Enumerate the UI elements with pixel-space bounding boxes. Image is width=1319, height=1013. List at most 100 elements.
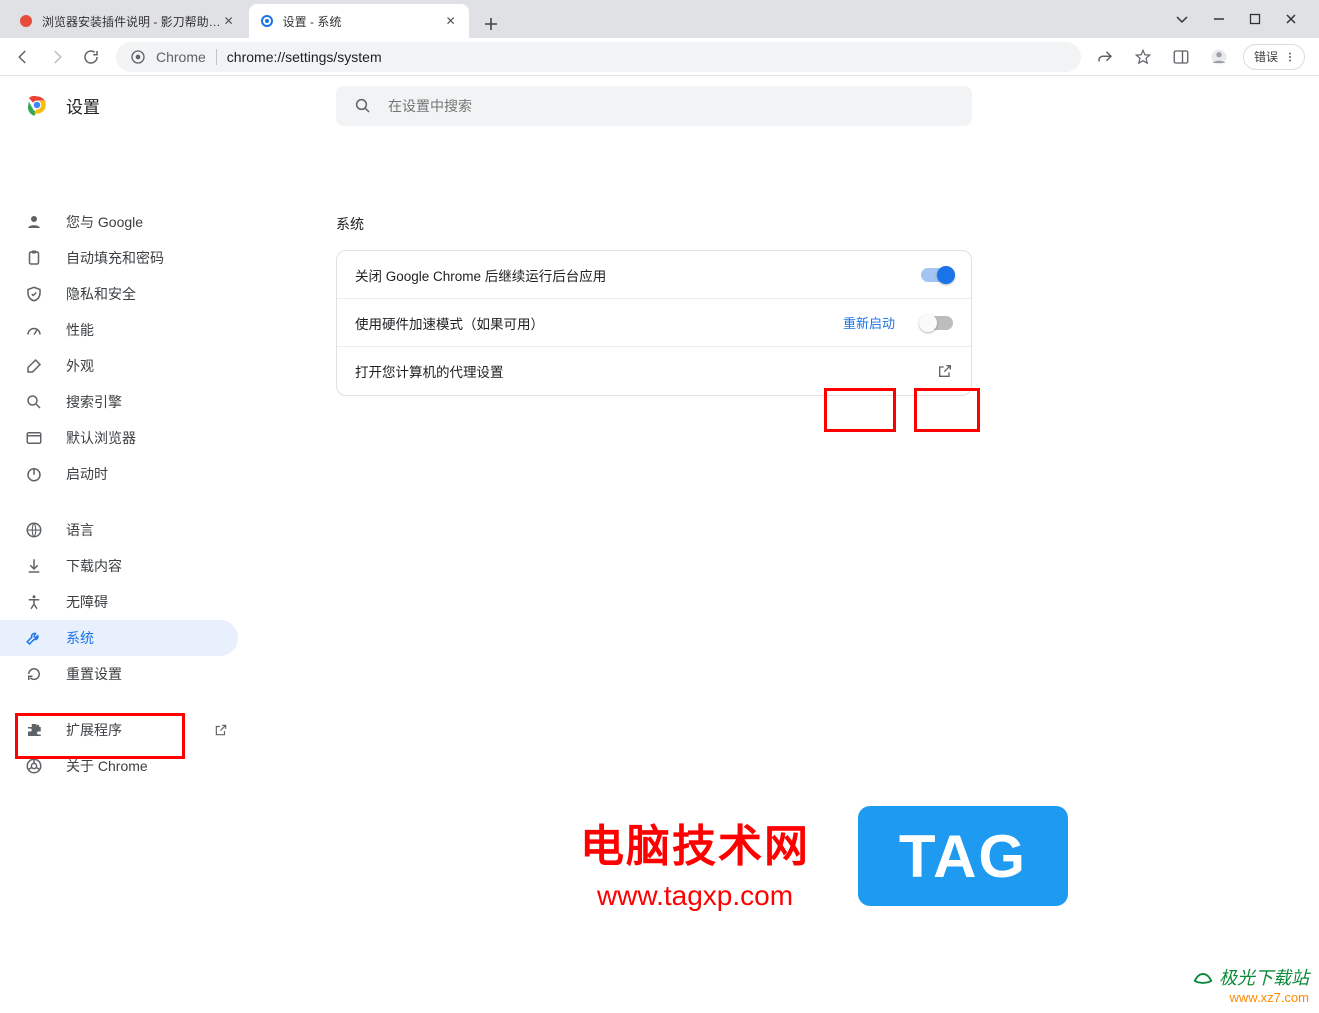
browser-icon xyxy=(24,429,44,447)
new-tab-button[interactable] xyxy=(477,10,505,38)
sidebar-item-system[interactable]: 系统 xyxy=(0,620,238,656)
external-link-icon xyxy=(214,723,228,737)
browser-toolbar: Chrome chrome://settings/system 错误 xyxy=(0,38,1319,76)
person-icon xyxy=(24,213,44,231)
watermark-xz7: 极光下载站 www.xz7.com xyxy=(1192,964,1309,1005)
chrome-icon xyxy=(130,49,146,65)
sidebar-item-language[interactable]: 语言 xyxy=(0,512,238,548)
yingdao-favicon-icon xyxy=(18,13,34,29)
row-proxy-settings[interactable]: 打开您计算机的代理设置 xyxy=(337,347,971,395)
address-bar[interactable]: Chrome chrome://settings/system xyxy=(116,42,1081,72)
sidebar-item-label: 外观 xyxy=(66,356,94,376)
power-icon xyxy=(24,465,44,483)
watermark-tag-badge: TAG xyxy=(858,806,1068,906)
window-controls xyxy=(1175,0,1319,38)
error-chip[interactable]: 错误 xyxy=(1243,44,1305,70)
paint-icon xyxy=(24,357,44,375)
kebab-icon xyxy=(1284,51,1296,63)
sidebar-item-default-browser[interactable]: 默认浏览器 xyxy=(0,420,238,456)
forward-button[interactable] xyxy=(42,42,72,72)
speed-icon xyxy=(24,321,44,339)
row-label: 关闭 Google Chrome 后继续运行后台应用 xyxy=(355,265,606,285)
puzzle-icon xyxy=(24,721,44,739)
sidebar-item-accessibility[interactable]: 无障碍 xyxy=(0,584,238,620)
sidebar-item-label: 启动时 xyxy=(66,464,108,484)
globe-icon xyxy=(24,521,44,539)
sidebar-item-autofill[interactable]: 自动填充和密码 xyxy=(0,240,238,276)
sidebar-item-reset[interactable]: 重置设置 xyxy=(0,656,238,692)
omnibox-divider xyxy=(216,49,217,65)
tab-settings[interactable]: 设置 - 系统 ✕ xyxy=(249,4,469,38)
omnibox-prefix: Chrome xyxy=(156,49,206,65)
chrome-logo-icon xyxy=(24,92,50,118)
sidebar-item-privacy[interactable]: 隐私和安全 xyxy=(0,276,238,312)
wrench-icon xyxy=(24,629,44,647)
reset-icon xyxy=(24,665,44,683)
external-link-icon xyxy=(937,363,953,379)
sidebar-item-label: 默认浏览器 xyxy=(66,428,136,448)
sidebar-item-label: 无障碍 xyxy=(66,592,108,612)
sidebar-item-label: 隐私和安全 xyxy=(66,284,136,304)
tab-yingdao[interactable]: 浏览器安装插件说明 - 影刀帮助… ✕ xyxy=(8,4,247,38)
toggle-background-apps[interactable] xyxy=(921,268,953,282)
watermark-line2: www.tagxp.com xyxy=(580,880,810,912)
sidepanel-icon[interactable] xyxy=(1167,43,1195,71)
chrome-outline-icon xyxy=(24,757,44,775)
settings-search[interactable] xyxy=(336,86,972,126)
omnibox-url: chrome://settings/system xyxy=(227,49,382,65)
sidebar-item-label: 重置设置 xyxy=(66,664,122,684)
error-chip-label: 错误 xyxy=(1254,48,1278,65)
sidebar-item-label: 自动填充和密码 xyxy=(66,248,164,268)
watermark-site-name: 极光下载站 xyxy=(1192,964,1309,990)
sidebar-item-startup[interactable]: 启动时 xyxy=(0,456,238,492)
window-close-icon[interactable] xyxy=(1285,13,1297,25)
search-icon xyxy=(24,393,44,411)
sidebar-item-extensions[interactable]: 扩展程序 xyxy=(0,712,238,748)
row-hardware-accel: 使用硬件加速模式（如果可用） 重新启动 xyxy=(337,299,971,347)
clipboard-icon xyxy=(24,249,44,267)
sidebar-item-label: 语言 xyxy=(66,520,94,540)
system-card: 关闭 Google Chrome 后继续运行后台应用 使用硬件加速模式（如果可用… xyxy=(336,250,972,396)
tab-close-icon[interactable]: ✕ xyxy=(221,13,237,29)
window-maximize-icon[interactable] xyxy=(1249,13,1261,25)
section-title: 系统 xyxy=(336,214,1319,234)
window-minimize-icon[interactable] xyxy=(1213,13,1225,25)
sidebar-item-label: 系统 xyxy=(66,628,94,648)
restart-link[interactable]: 重新启动 xyxy=(843,313,895,332)
share-icon[interactable] xyxy=(1091,43,1119,71)
sidebar-item-label: 下载内容 xyxy=(66,556,122,576)
sidebar-item-about[interactable]: 关于 Chrome xyxy=(0,748,238,784)
toggle-hardware-accel[interactable] xyxy=(921,316,953,330)
sidebar-item-downloads[interactable]: 下载内容 xyxy=(0,548,238,584)
sidebar-item-search-engine[interactable]: 搜索引擎 xyxy=(0,384,238,420)
row-label: 使用硬件加速模式（如果可用） xyxy=(355,313,544,333)
profile-avatar-icon[interactable] xyxy=(1205,43,1233,71)
sidebar-item-label: 性能 xyxy=(66,320,94,340)
tab-close-icon[interactable]: ✕ xyxy=(443,13,459,29)
sidebar-item-performance[interactable]: 性能 xyxy=(0,312,238,348)
a11y-icon xyxy=(24,593,44,611)
sidebar-item-you-and-google[interactable]: 您与 Google xyxy=(0,204,238,240)
download-icon xyxy=(24,557,44,575)
sidebar-item-label: 关于 Chrome xyxy=(66,756,148,776)
bookmark-star-icon[interactable] xyxy=(1129,43,1157,71)
watermark-line1: 电脑技术网 xyxy=(580,810,810,874)
row-background-apps: 关闭 Google Chrome 后继续运行后台应用 xyxy=(337,251,971,299)
search-icon xyxy=(354,97,372,115)
toolbar-right: 错误 xyxy=(1091,43,1311,71)
shield-icon xyxy=(24,285,44,303)
sidebar-item-label: 您与 Google xyxy=(66,212,143,232)
reload-button[interactable] xyxy=(76,42,106,72)
gear-favicon-icon xyxy=(259,13,275,29)
window-chevron-icon[interactable] xyxy=(1175,12,1189,26)
settings-sidebar: 您与 Google 自动填充和密码 隐私和安全 性能 外观 搜索引擎 xyxy=(0,134,258,1013)
sidebar-item-label: 搜索引擎 xyxy=(66,392,122,412)
back-button[interactable] xyxy=(8,42,38,72)
watermark-tagxp: 电脑技术网 www.tagxp.com xyxy=(580,810,810,912)
settings-search-input[interactable] xyxy=(388,98,954,114)
page-title: 设置 xyxy=(66,93,100,118)
sidebar-item-appearance[interactable]: 外观 xyxy=(0,348,238,384)
watermark-site-url: www.xz7.com xyxy=(1192,990,1309,1005)
row-label: 打开您计算机的代理设置 xyxy=(355,361,504,381)
tab-title: 浏览器安装插件说明 - 影刀帮助… xyxy=(42,13,221,30)
